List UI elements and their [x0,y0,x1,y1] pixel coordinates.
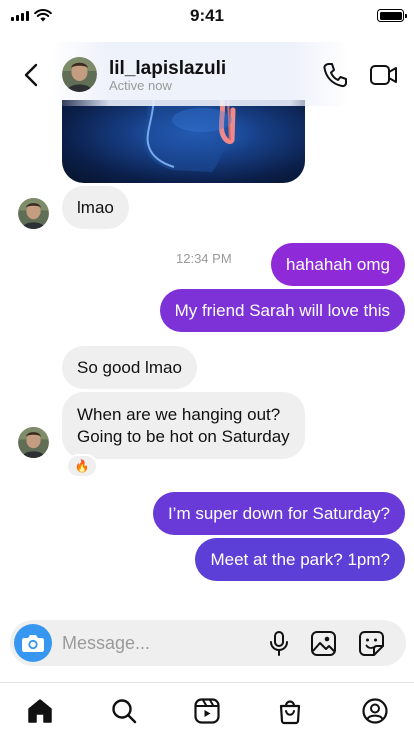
outgoing-message[interactable]: hahahah omg [271,243,405,286]
profile-icon [362,698,388,724]
reels-icon [194,698,220,724]
search-icon [112,699,137,724]
message-line: When are we hanging out? [77,404,281,424]
video-call-button[interactable] [368,60,400,90]
tab-home[interactable] [26,697,54,725]
presence-status: Active now [109,78,172,93]
fire-reaction-badge[interactable]: 🔥 [66,454,98,478]
outgoing-message[interactable]: I’m super down for Saturday? [152,492,405,535]
voice-message-button[interactable] [266,630,292,656]
sticker-button[interactable] [358,630,385,657]
incoming-message[interactable]: lmao [62,186,129,229]
sender-avatar[interactable] [18,427,49,458]
status-time: 9:41 [189,6,225,25]
phone-icon [323,63,347,88]
tab-profile[interactable] [361,697,389,725]
sticker-icon [359,631,384,656]
tab-reels[interactable] [193,697,221,725]
audio-call-button[interactable] [320,60,350,90]
message-composer [10,620,406,666]
back-arrow-icon [24,63,38,87]
incoming-message[interactable]: So good lmao [62,346,197,389]
chat-header: lil_lapislazuli Active now [0,42,414,106]
gallery-icon [311,631,336,656]
video-camera-icon [370,65,397,85]
bottom-tab-bar [0,682,414,736]
microphone-icon [270,631,288,656]
tab-shop[interactable] [276,697,304,725]
gallery-button[interactable] [310,630,337,657]
tab-search[interactable] [110,697,138,725]
battery-icon [377,9,407,22]
message-line: Going to be hot on Saturday [77,426,290,446]
status-bar: 9:41 [0,0,414,30]
anatomy-illustration [143,100,236,172]
message-input[interactable] [62,628,252,658]
camera-button[interactable] [14,624,52,662]
outgoing-message[interactable]: Meet at the park? 1pm? [195,538,405,581]
sender-avatar[interactable] [18,198,49,229]
message-timestamp: 12:34 PM [176,251,232,266]
home-icon [28,699,52,723]
contact-username[interactable]: lil_lapislazuli [109,58,226,80]
back-button[interactable] [18,60,44,90]
contact-avatar[interactable] [62,57,97,92]
incoming-message[interactable]: When are we hanging out? Going to be hot… [62,392,305,459]
shop-icon [279,700,301,725]
shared-image[interactable] [62,100,305,183]
outgoing-message[interactable]: My friend Sarah will love this [159,289,405,332]
fire-icon: 🔥 [74,459,90,473]
camera-icon [22,635,44,652]
